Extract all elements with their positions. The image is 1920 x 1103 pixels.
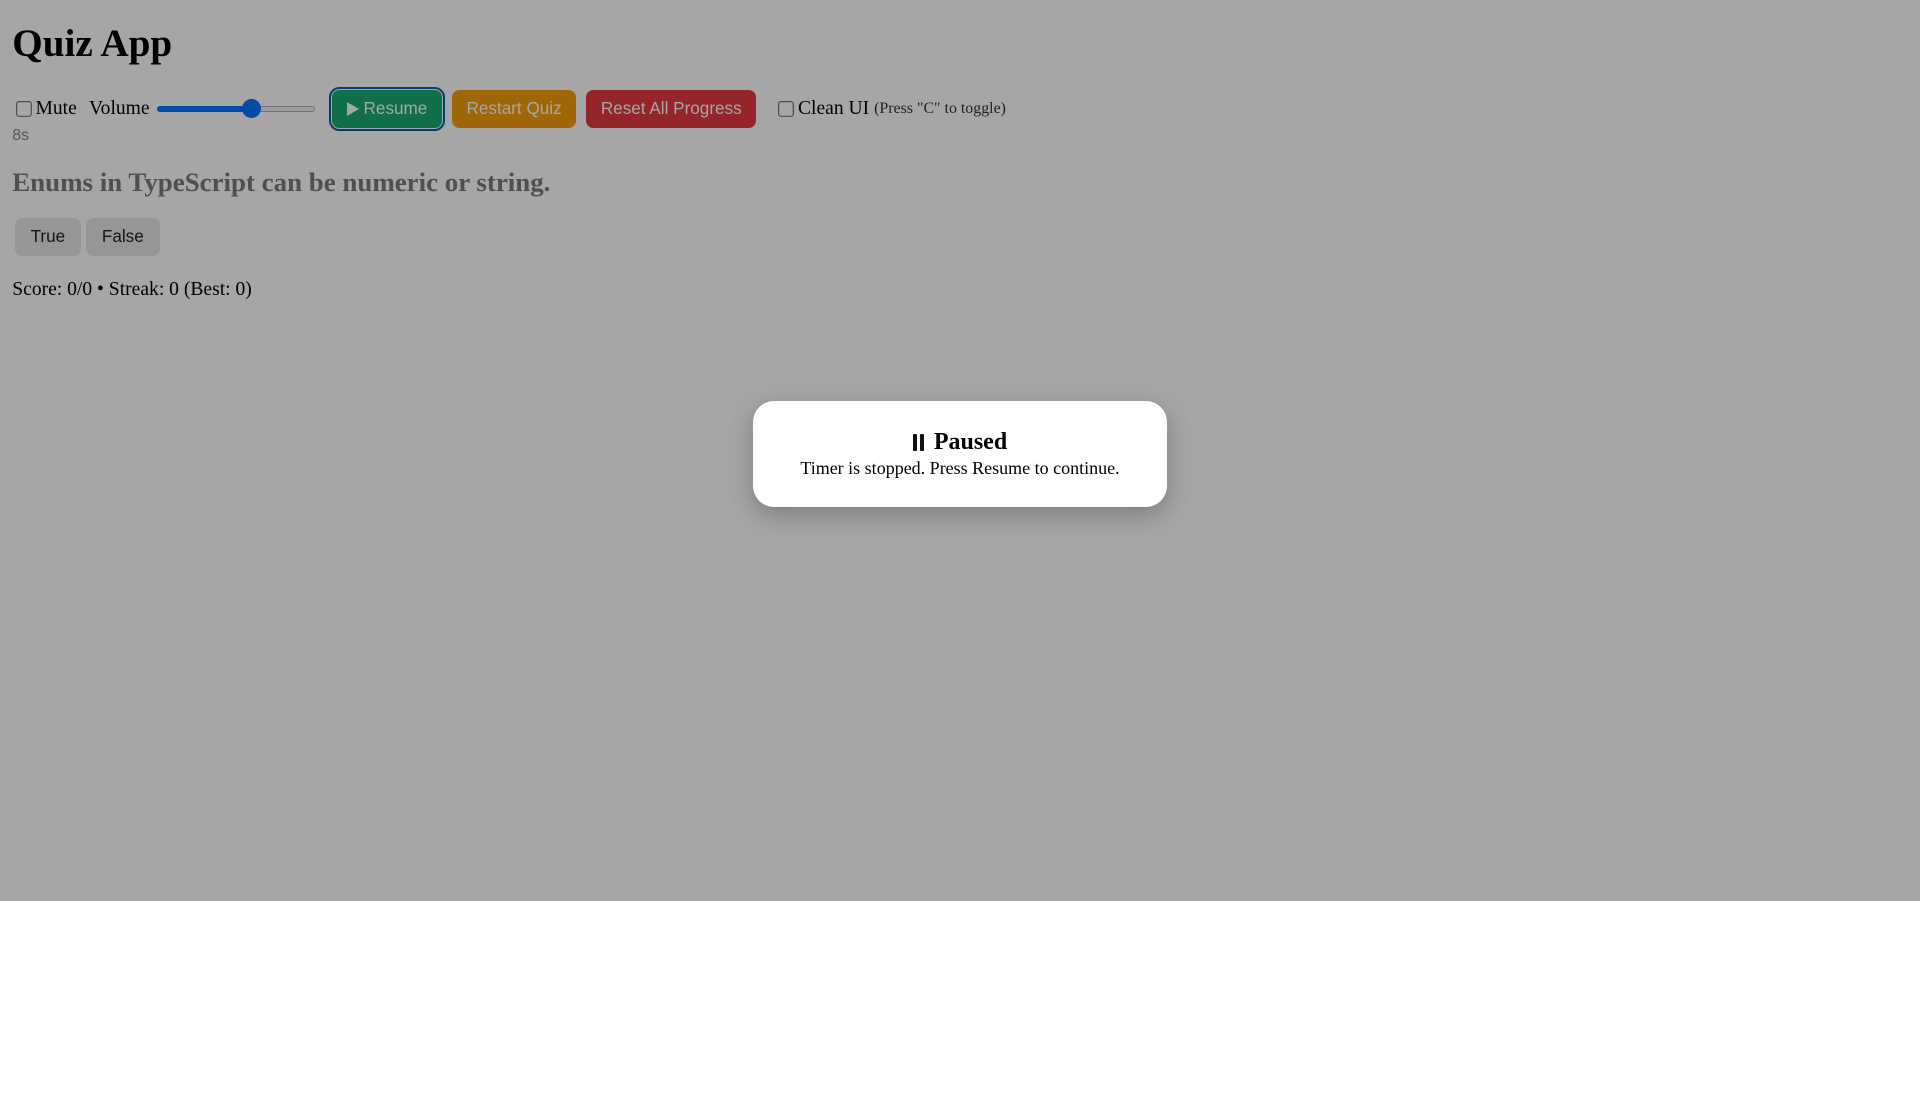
modal-text: Timer is stopped. Press Resume to contin… [800, 458, 1120, 478]
modal-title: Paused [933, 429, 1008, 455]
pause-icon [912, 433, 924, 451]
modal-title-row: Paused [753, 430, 1167, 454]
pause-modal: Paused Timer is stopped. Press Resume to… [753, 401, 1167, 507]
